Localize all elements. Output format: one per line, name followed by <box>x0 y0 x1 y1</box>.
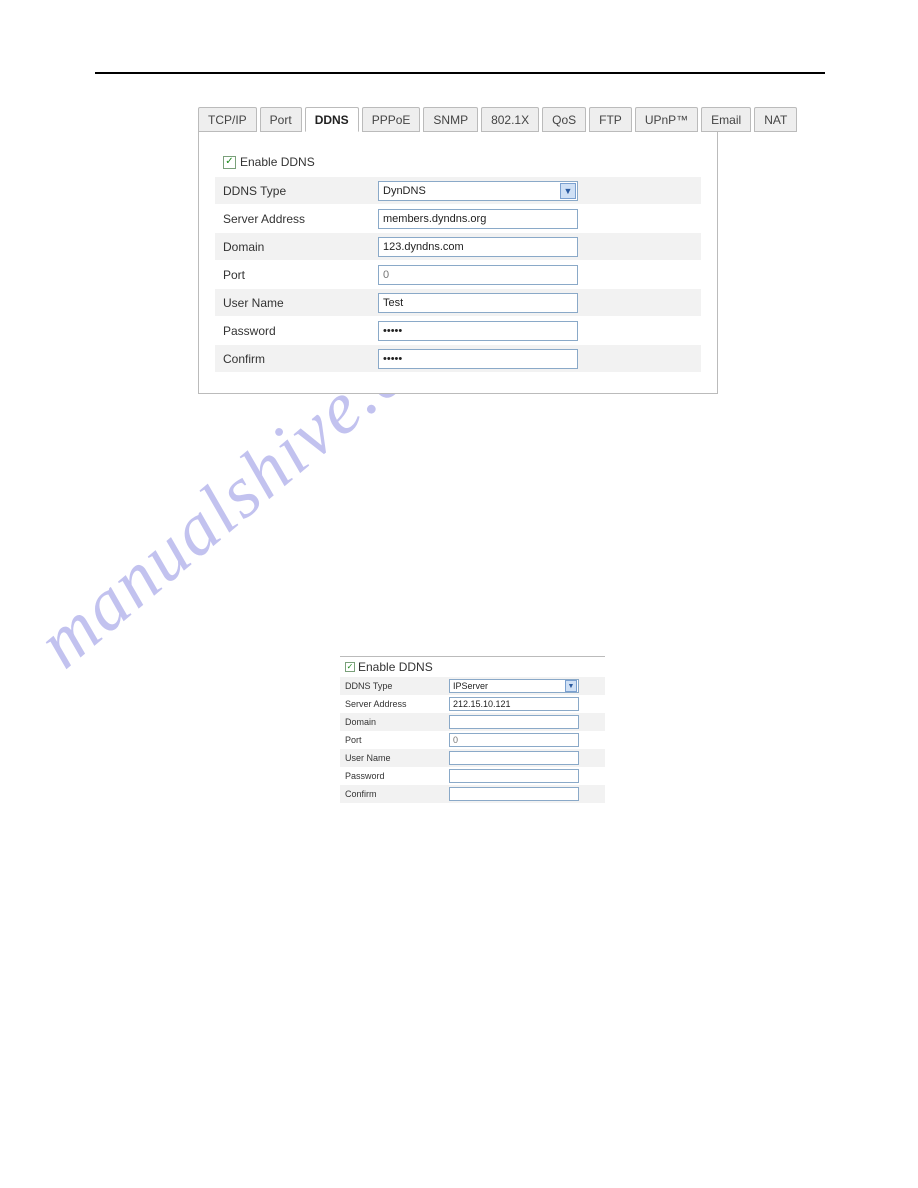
label-user-name: User Name <box>223 296 378 310</box>
row-user-name-sm: User Name <box>340 749 605 767</box>
row-port-sm: Port <box>340 731 605 749</box>
tab-email[interactable]: Email <box>701 107 751 132</box>
enable-ddns-label: Enable DDNS <box>240 155 315 169</box>
horizontal-rule <box>95 72 825 74</box>
enable-ddns-label-sm: Enable DDNS <box>358 660 433 674</box>
row-server-address-sm: Server Address <box>340 695 605 713</box>
tab-snmp[interactable]: SNMP <box>423 107 478 132</box>
tab-content: ✓ Enable DDNS DDNS Type DynDNS ▼ Server … <box>198 131 718 394</box>
chevron-down-icon: ▼ <box>565 680 577 692</box>
row-domain: Domain <box>215 233 701 260</box>
row-port: Port <box>215 261 701 288</box>
label-port-sm: Port <box>345 735 449 745</box>
tab-bar: TCP/IP Port DDNS PPPoE SNMP 802.1X QoS F… <box>198 107 718 132</box>
enable-ddns-checkbox-sm[interactable]: ✓ <box>345 662 355 672</box>
label-port: Port <box>223 268 378 282</box>
label-user-name-sm: User Name <box>345 753 449 763</box>
row-confirm: Confirm <box>215 345 701 372</box>
tab-pppoe[interactable]: PPPoE <box>362 107 421 132</box>
select-ddns-type[interactable]: DynDNS ▼ <box>378 181 578 201</box>
label-ddns-type-sm: DDNS Type <box>345 681 449 691</box>
row-user-name: User Name <box>215 289 701 316</box>
chevron-down-icon: ▼ <box>560 183 576 199</box>
tab-tcpip[interactable]: TCP/IP <box>198 107 257 132</box>
row-ddns-type: DDNS Type DynDNS ▼ <box>215 177 701 204</box>
label-domain-sm: Domain <box>345 717 449 727</box>
input-password[interactable] <box>378 321 578 341</box>
tab-ftp[interactable]: FTP <box>589 107 632 132</box>
row-confirm-sm: Confirm <box>340 785 605 803</box>
label-server-address: Server Address <box>223 212 378 226</box>
enable-ddns-row-sm: ✓ Enable DDNS <box>345 660 605 674</box>
row-password: Password <box>215 317 701 344</box>
select-ddns-type-value: DynDNS <box>383 185 426 197</box>
input-port[interactable] <box>378 265 578 285</box>
input-domain-sm[interactable] <box>449 715 579 729</box>
tab-8021x[interactable]: 802.1X <box>481 107 539 132</box>
label-password: Password <box>223 324 378 338</box>
input-user-name-sm[interactable] <box>449 751 579 765</box>
select-ddns-type-sm[interactable]: IPServer ▼ <box>449 679 579 693</box>
row-password-sm: Password <box>340 767 605 785</box>
input-port-sm[interactable] <box>449 733 579 747</box>
input-user-name[interactable] <box>378 293 578 313</box>
row-domain-sm: Domain <box>340 713 605 731</box>
tab-ddns[interactable]: DDNS <box>305 107 359 132</box>
label-server-address-sm: Server Address <box>345 699 449 709</box>
row-server-address: Server Address <box>215 205 701 232</box>
tab-nat[interactable]: NAT <box>754 107 797 132</box>
ddns-panel-top: TCP/IP Port DDNS PPPoE SNMP 802.1X QoS F… <box>198 107 718 394</box>
input-confirm-sm[interactable] <box>449 787 579 801</box>
label-ddns-type: DDNS Type <box>223 184 378 198</box>
input-password-sm[interactable] <box>449 769 579 783</box>
label-confirm: Confirm <box>223 352 378 366</box>
tab-upnp[interactable]: UPnP™ <box>635 107 698 132</box>
label-password-sm: Password <box>345 771 449 781</box>
label-domain: Domain <box>223 240 378 254</box>
input-server-address[interactable] <box>378 209 578 229</box>
input-domain[interactable] <box>378 237 578 257</box>
ddns-panel-bottom: ✓ Enable DDNS DDNS Type IPServer ▼ Serve… <box>340 656 605 803</box>
select-ddns-type-value-sm: IPServer <box>453 681 488 691</box>
enable-ddns-row: ✓ Enable DDNS <box>223 153 701 169</box>
input-server-address-sm[interactable] <box>449 697 579 711</box>
row-ddns-type-sm: DDNS Type IPServer ▼ <box>340 677 605 695</box>
input-confirm[interactable] <box>378 349 578 369</box>
enable-ddns-checkbox[interactable]: ✓ <box>223 156 236 169</box>
tab-qos[interactable]: QoS <box>542 107 586 132</box>
label-confirm-sm: Confirm <box>345 789 449 799</box>
tab-port[interactable]: Port <box>260 107 302 132</box>
